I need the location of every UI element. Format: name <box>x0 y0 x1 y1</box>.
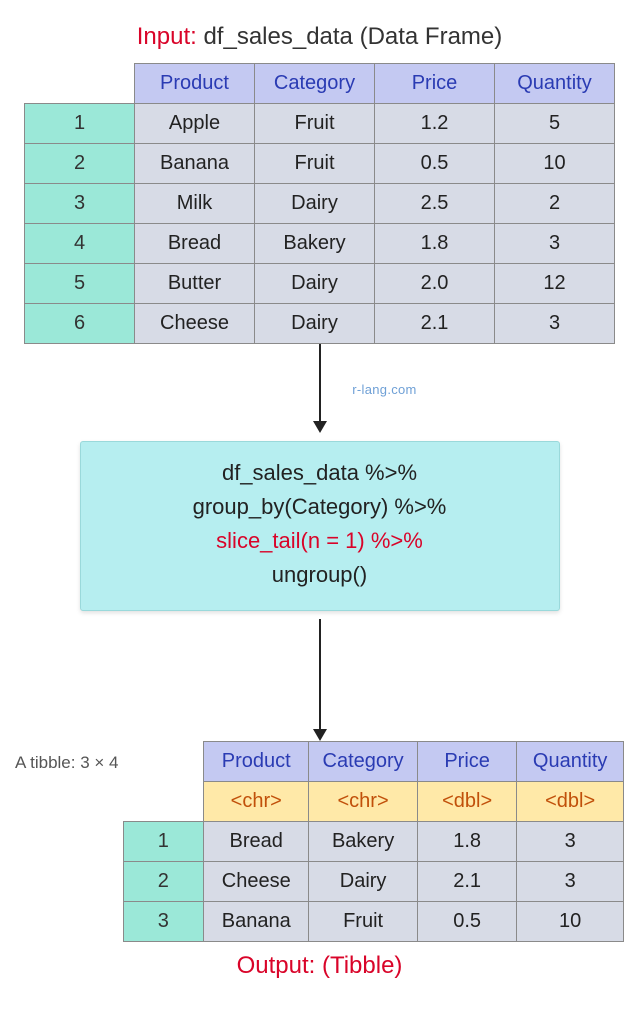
flow-arrow-bottom <box>15 619 624 741</box>
cell: 2.0 <box>375 264 495 304</box>
cell: 3 <box>517 822 624 862</box>
row-index: 1 <box>25 104 135 144</box>
output-table: Product Category Price Quantity <chr> <c… <box>123 741 625 942</box>
row-index: 3 <box>123 902 204 942</box>
output-title: Output: (Tibble) <box>15 952 624 980</box>
cell: Dairy <box>255 184 375 224</box>
type-cell: <dbl> <box>417 782 516 822</box>
output-title-text: (Tibble) <box>322 952 402 979</box>
flow-arrow-top: r-lang.com <box>15 344 624 433</box>
col-header: Quantity <box>517 742 624 782</box>
col-header: Price <box>375 64 495 104</box>
cell: 2 <box>495 184 615 224</box>
output-title-label: Output: <box>237 952 316 979</box>
cell: Banana <box>135 144 255 184</box>
row-index: 3 <box>25 184 135 224</box>
cell: Dairy <box>255 304 375 344</box>
row-index: 5 <box>25 264 135 304</box>
cell: Cheese <box>135 304 255 344</box>
cell: Milk <box>135 184 255 224</box>
cell: Banana <box>204 902 309 942</box>
cell: Bread <box>135 224 255 264</box>
cell: Butter <box>135 264 255 304</box>
cell: 1.8 <box>375 224 495 264</box>
code-line: group_by(Category) %>% <box>91 490 549 524</box>
cell: Fruit <box>255 144 375 184</box>
cell: Dairy <box>309 862 418 902</box>
row-index: 1 <box>123 822 204 862</box>
blank-header <box>25 64 135 104</box>
input-title: Input: df_sales_data (Data Frame) <box>15 23 624 51</box>
cell: 3 <box>517 862 624 902</box>
cell: 10 <box>517 902 624 942</box>
input-table: Product Category Price Quantity 1AppleFr… <box>24 63 615 344</box>
cell: 1.8 <box>417 822 516 862</box>
cell: Bakery <box>255 224 375 264</box>
cell: 3 <box>495 304 615 344</box>
cell: Bakery <box>309 822 418 862</box>
blank-header <box>123 782 204 822</box>
cell: 12 <box>495 264 615 304</box>
cell: 10 <box>495 144 615 184</box>
cell: 0.5 <box>417 902 516 942</box>
type-cell: <dbl> <box>517 782 624 822</box>
code-line: ungroup() <box>91 558 549 592</box>
row-index: 4 <box>25 224 135 264</box>
col-header: Price <box>417 742 516 782</box>
cell: 0.5 <box>375 144 495 184</box>
code-box: df_sales_data %>% group_by(Category) %>%… <box>80 441 560 611</box>
col-header: Product <box>135 64 255 104</box>
row-index: 2 <box>25 144 135 184</box>
code-line: df_sales_data %>% <box>91 456 549 490</box>
cell: 5 <box>495 104 615 144</box>
row-index: 2 <box>123 862 204 902</box>
cell: Bread <box>204 822 309 862</box>
cell: Dairy <box>255 264 375 304</box>
blank-header <box>123 742 204 782</box>
type-cell: <chr> <box>309 782 418 822</box>
cell: 3 <box>495 224 615 264</box>
cell: 2.5 <box>375 184 495 224</box>
cell: 2.1 <box>417 862 516 902</box>
col-header: Category <box>255 64 375 104</box>
col-header: Product <box>204 742 309 782</box>
tibble-dim-label: A tibble: 3 × 4 <box>15 741 119 773</box>
cell: Cheese <box>204 862 309 902</box>
cell: 1.2 <box>375 104 495 144</box>
input-title-text: df_sales_data (Data Frame) <box>203 23 502 50</box>
code-line-highlight: slice_tail(n = 1) %>% <box>91 524 549 558</box>
cell: Fruit <box>309 902 418 942</box>
input-title-label: Input: <box>137 23 197 50</box>
cell: 2.1 <box>375 304 495 344</box>
watermark-text: r-lang.com <box>352 382 416 397</box>
cell: Fruit <box>255 104 375 144</box>
type-cell: <chr> <box>204 782 309 822</box>
col-header: Quantity <box>495 64 615 104</box>
cell: Apple <box>135 104 255 144</box>
row-index: 6 <box>25 304 135 344</box>
col-header: Category <box>309 742 418 782</box>
